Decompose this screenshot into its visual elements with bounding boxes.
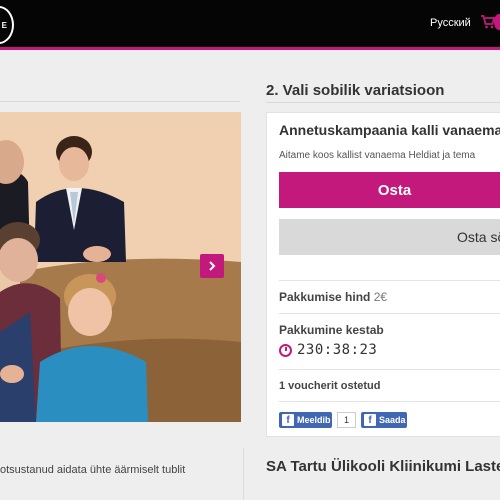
- cart-count-badge[interactable]: [494, 14, 500, 30]
- share-label: Saada: [379, 415, 406, 425]
- buy-as-gift-button[interactable]: Osta sõ: [279, 219, 500, 255]
- timer-value: 230:38:23: [297, 342, 378, 358]
- clock-icon: [279, 343, 292, 357]
- duration-label: Pakkumine kestab: [279, 323, 384, 337]
- countdown-timer: 230:38:23: [279, 342, 377, 358]
- left-divider: [0, 101, 240, 102]
- facebook-icon: f: [282, 414, 294, 426]
- chevron-right-icon: [209, 261, 216, 271]
- like-label: Meeldib: [297, 415, 331, 425]
- facebook-like-button[interactable]: f Meeldib: [279, 412, 332, 428]
- price-label: Pakkumise hind: [279, 290, 371, 304]
- site-logo[interactable]: E: [0, 6, 14, 44]
- price-row: Pakkumise hind 2€: [279, 290, 387, 304]
- campaign-description: otsustanud aidata ühte äärmiselt tublit: [0, 464, 186, 476]
- divider: [279, 280, 500, 281]
- language-link-russian[interactable]: Русский: [430, 17, 471, 29]
- divider: [279, 401, 500, 402]
- variation-step-title: 2. Vali sobilik variatsioon: [266, 82, 445, 99]
- buy-button[interactable]: Osta: [279, 172, 500, 208]
- right-divider: [266, 102, 500, 103]
- facebook-share-button[interactable]: f Saada: [361, 412, 407, 428]
- organization-title: SA Tartu Ülikooli Kliinikumi Lastefo: [266, 458, 500, 475]
- variation-subtitle: Aitame koos kallist vanaema Heldiat ja t…: [279, 150, 476, 161]
- logo-text: E: [1, 20, 7, 30]
- column-divider: [243, 448, 244, 500]
- variation-title: Annetuskampaania kalli vanaema l: [279, 122, 500, 138]
- divider: [279, 369, 500, 370]
- gallery-next-button[interactable]: [200, 254, 224, 278]
- site-header: E Русский: [0, 0, 500, 50]
- price-value: 2€: [373, 290, 388, 304]
- like-count: 1: [337, 412, 356, 428]
- divider: [279, 313, 500, 314]
- facebook-icon: f: [364, 414, 376, 426]
- vouchers-sold: 1 voucherit ostetud: [279, 380, 381, 392]
- gift-button-label: Osta sõ: [457, 229, 500, 245]
- buy-button-label: Osta: [377, 181, 412, 199]
